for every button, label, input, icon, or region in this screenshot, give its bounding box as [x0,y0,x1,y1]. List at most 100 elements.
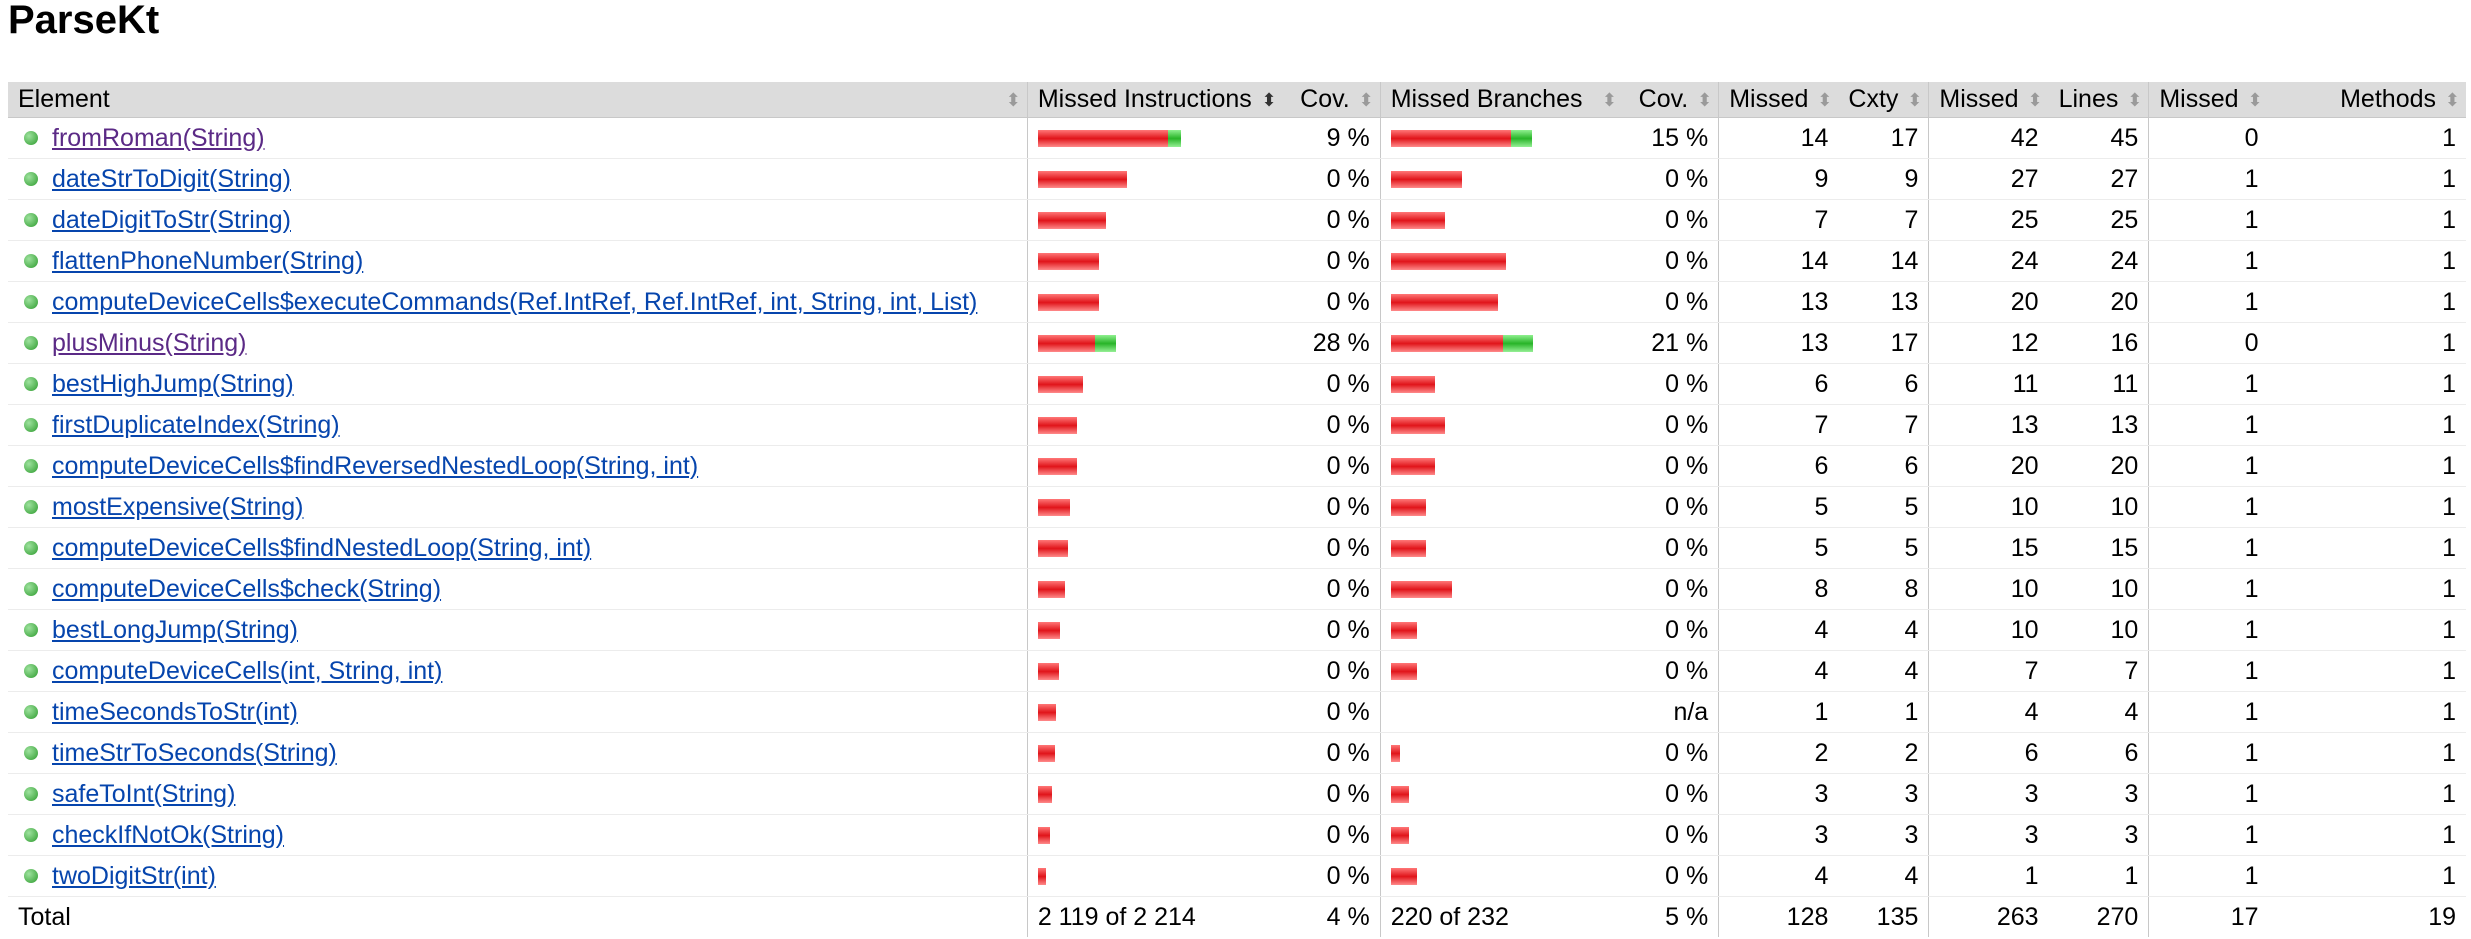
cxty: 5 [1838,486,1929,528]
branches-coverage: n/a [1622,691,1719,733]
cxty: 17 [1838,117,1929,159]
missed-bar-segment [1037,539,1068,557]
lines: 6 [2048,732,2149,774]
branches-coverage: 0 % [1622,527,1719,569]
method-link[interactable]: flattenPhoneNumber(String) [52,247,363,276]
sort-icon: ⬍ [2127,89,2143,110]
branches-bar [1390,334,1613,352]
missed-bar-segment [1390,416,1445,434]
method-link[interactable]: plusMinus(String) [52,329,247,358]
method-link[interactable]: computeDeviceCells$check(String) [52,575,441,604]
header-cxty-missed[interactable]: Missed ⬍ [1718,82,1839,118]
method-link[interactable]: mostExpensive(String) [52,493,303,522]
lines: 25 [2048,199,2149,241]
header-missed-instructions[interactable]: Missed Instructions ⬍ [1026,82,1283,118]
methods-missed: 1 [2148,814,2269,856]
branches-bar [1390,416,1613,434]
header-missed-branches[interactable]: Missed Branches ⬍ [1379,82,1623,118]
cxty: 4 [1838,650,1929,692]
header-element[interactable]: Element ⬍ [8,82,1028,118]
method-link[interactable]: checkIfNotOk(String) [52,821,284,850]
total-instructions: 2 119 of 2 214 [1026,896,1283,937]
total-cxty: 135 [1876,902,1919,931]
method-link[interactable]: computeDeviceCells$executeCommands(Ref.I… [52,288,977,317]
lines-missed: 6 [1928,732,2049,774]
cxty-missed: 7 [1718,199,1839,241]
methods-missed: 1 [2148,404,2269,446]
lines: 10 [2048,609,2149,651]
instructions-bar [1037,293,1273,311]
method-link[interactable]: bestLongJump(String) [52,616,298,645]
header-methods-missed-label: Missed [2159,85,2239,113]
instructions-bar [1037,416,1273,434]
method-icon [24,705,38,719]
method-link[interactable]: timeSecondsToStr(int) [52,698,298,727]
method-link[interactable]: firstDuplicateIndex(String) [52,411,340,440]
method-link[interactable]: timeStrToSeconds(String) [52,739,337,768]
lines: 3 [2048,773,2149,815]
cxty: 7 [1838,199,1929,241]
method-icon [24,172,38,186]
method-link[interactable]: twoDigitStr(int) [52,862,216,891]
method-link[interactable]: dateDigitToStr(String) [52,206,291,235]
lines: 10 [2048,568,2149,610]
cxty-missed: 14 [1718,240,1839,282]
missed-bar-segment [1037,334,1095,352]
missed-bar-segment [1390,580,1452,598]
branches-bar [1390,457,1613,475]
header-lines[interactable]: Lines ⬍ [2048,82,2149,118]
header-branches-coverage-label: Cov. [1638,85,1689,113]
cxty-missed: 13 [1718,322,1839,364]
method-link[interactable]: safeToInt(String) [52,780,235,809]
cxty: 6 [1838,363,1929,405]
lines: 24 [2048,240,2149,282]
methods: 1 [2268,568,2466,610]
cxty: 14 [1838,240,1929,282]
methods-missed: 1 [2148,199,2269,241]
methods-missed: 1 [2148,732,2269,774]
method-link[interactable]: computeDeviceCells(int, String, int) [52,657,442,686]
instructions-bar [1037,621,1273,639]
branches-coverage: 0 % [1622,486,1719,528]
table-row: bestLongJump(String) 0 % 0 % 4 4 10 10 1… [8,609,2466,651]
cxty-missed: 13 [1718,281,1839,323]
missed-bar-segment [1037,621,1060,639]
sort-icon: ⬍ [1005,89,1021,110]
method-link[interactable]: computeDeviceCells$findNestedLoop(String… [52,534,591,563]
missed-bar-segment [1390,457,1435,475]
method-icon [24,664,38,678]
missed-bar-segment [1037,170,1127,188]
branches-coverage: 0 % [1622,158,1719,200]
missed-bar-segment [1390,744,1400,762]
cxty-missed: 5 [1718,486,1839,528]
instructions-coverage: 0 % [1282,527,1381,569]
total-row: Total 2 119 of 2 214 4 % 220 of 232 5 % … [8,896,2466,937]
cxty-missed: 6 [1718,363,1839,405]
header-methods-missed[interactable]: Missed ⬍ [2148,82,2269,118]
instructions-coverage: 0 % [1282,732,1381,774]
header-lines-missed[interactable]: Missed ⬍ [1928,82,2049,118]
total-lines: 270 [2096,902,2139,931]
lines: 11 [2048,363,2149,405]
methods-missed: 1 [2148,240,2269,282]
table-row: computeDeviceCells(int, String, int) 0 %… [8,650,2466,692]
method-link[interactable]: fromRoman(String) [52,124,265,153]
covered-bar-segment [1167,129,1181,147]
header-instructions-coverage[interactable]: Cov. ⬍ [1282,82,1381,118]
methods: 1 [2268,609,2466,651]
method-link[interactable]: dateStrToDigit(String) [52,165,291,194]
instructions-bar [1037,580,1273,598]
header-element-label: Element [18,85,110,113]
cxty-missed: 4 [1718,650,1839,692]
method-link[interactable]: bestHighJump(String) [52,370,294,399]
header-cxty[interactable]: Cxty ⬍ [1838,82,1929,118]
lines: 45 [2048,117,2149,159]
header-branches-coverage[interactable]: Cov. ⬍ [1622,82,1719,118]
method-link[interactable]: computeDeviceCells$findReversedNestedLoo… [52,452,698,481]
cxty: 8 [1838,568,1929,610]
header-methods[interactable]: Methods ⬍ [2268,82,2466,118]
branches-coverage: 0 % [1622,404,1719,446]
instructions-coverage: 0 % [1282,814,1381,856]
header-cxty-missed-label: Missed [1729,85,1809,113]
lines: 20 [2048,445,2149,487]
